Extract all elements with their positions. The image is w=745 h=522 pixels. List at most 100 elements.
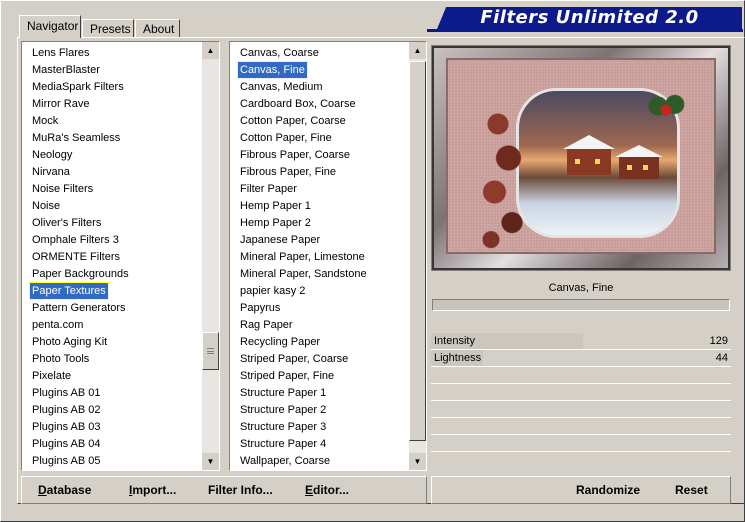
- banner-title: Filters Unlimited 2.0: [480, 7, 699, 28]
- preview-image[interactable]: [431, 45, 731, 271]
- filter-list-item[interactable]: Hemp Paper 2: [238, 215, 313, 231]
- category-list-item[interactable]: Lens Flares: [30, 45, 91, 61]
- rose-bouquet-decoration: [470, 90, 540, 260]
- window-light: [643, 165, 648, 170]
- filter-list-item[interactable]: Cardboard Box, Coarse: [238, 96, 358, 112]
- category-list-item[interactable]: MediaSpark Filters: [30, 79, 126, 95]
- filter-list-item[interactable]: Structure Paper 4: [238, 436, 328, 452]
- empty-slider-row: [431, 367, 731, 384]
- accelerator-letter: E: [305, 483, 314, 497]
- category-list-item[interactable]: Oliver's Filters: [30, 215, 103, 231]
- category-list-item[interactable]: Plugins AB 04: [30, 436, 103, 452]
- slider-intensity[interactable]: Intensity 129: [431, 333, 731, 350]
- filter-list-item[interactable]: Filter Paper: [238, 181, 299, 197]
- category-list-item[interactable]: Paper Backgrounds: [30, 266, 131, 282]
- filter-list-item[interactable]: Mineral Paper, Limestone: [238, 249, 367, 265]
- filter-list-item[interactable]: Canvas, Coarse: [238, 45, 321, 61]
- category-list-item[interactable]: Photo Tools: [30, 351, 91, 367]
- category-scroll-thumb[interactable]: [202, 332, 219, 370]
- filter-list-item[interactable]: Fibrous Paper, Coarse: [238, 147, 352, 163]
- category-list-item[interactable]: MuRa's Seamless: [30, 130, 122, 146]
- right-button-bar: Randomize Reset: [431, 476, 731, 504]
- window-light: [627, 165, 632, 170]
- category-list[interactable]: Lens Flares MasterBlaster MediaSpark Filte…: [21, 41, 220, 471]
- button-label: Filter Info...: [208, 483, 273, 497]
- category-list-item[interactable]: Noise: [30, 198, 62, 214]
- category-list-item[interactable]: Plugins AB 03: [30, 419, 103, 435]
- filter-list-item[interactable]: Mineral Paper, Sandstone: [238, 266, 369, 282]
- category-list-item[interactable]: MasterBlaster: [30, 62, 102, 78]
- filter-list-item[interactable]: Recycling Paper: [238, 334, 322, 350]
- scroll-down-arrow-icon[interactable]: ▼: [202, 453, 219, 470]
- filter-list-item[interactable]: Fibrous Paper, Fine: [238, 164, 338, 180]
- tab-presets[interactable]: Presets: [82, 19, 134, 38]
- left-button-bar: Database Import... Filter Info... Editor…: [21, 476, 427, 504]
- randomize-button[interactable]: Randomize: [576, 483, 640, 497]
- button-label: mport...: [132, 483, 177, 497]
- house-illustration: [563, 135, 615, 175]
- filter-list-item[interactable]: Cotton Paper, Coarse: [238, 113, 348, 129]
- category-list-item[interactable]: Paper Textures: [29, 282, 109, 300]
- category-list-item[interactable]: Plugins AB 01: [30, 385, 103, 401]
- empty-slider-row: [431, 384, 731, 401]
- slider-lightness[interactable]: Lightness 44: [431, 350, 731, 367]
- category-list-items: Lens Flares MasterBlaster MediaSpark Filte…: [22, 42, 202, 470]
- accelerator-letter: D: [38, 483, 47, 497]
- empty-slider-row: [431, 418, 731, 435]
- database-button[interactable]: Database: [38, 483, 91, 497]
- parameter-sliders: Intensity 129 Lightness 44: [431, 317, 731, 467]
- slider-label: Lightness: [434, 352, 482, 364]
- empty-slider-row: [431, 401, 731, 418]
- category-list-item[interactable]: penta.com: [30, 317, 85, 333]
- category-list-item[interactable]: ORMENTE Filters: [30, 249, 122, 265]
- category-list-item[interactable]: Plugins AB 05: [30, 453, 103, 469]
- tab-about[interactable]: About: [135, 19, 180, 38]
- button-label: ditor...: [313, 483, 350, 497]
- filter-list-item[interactable]: Wallpaper, Coarse: [238, 453, 332, 469]
- category-list-item[interactable]: Mirror Rave: [30, 96, 91, 112]
- reset-button[interactable]: Reset: [675, 483, 708, 497]
- category-list-item[interactable]: Photo Aging Kit: [30, 334, 109, 350]
- filter-list-item[interactable]: papier kasy 2: [238, 283, 307, 299]
- grip-icon: [207, 348, 214, 354]
- category-scrollbar[interactable]: ▲ ▼: [202, 42, 219, 470]
- preview-frame: [434, 48, 728, 268]
- filter-list-item[interactable]: Canvas, Fine: [237, 61, 308, 79]
- scroll-up-arrow-icon[interactable]: ▲: [409, 42, 426, 59]
- canvas-texture-area: [446, 58, 716, 260]
- filter-list-item[interactable]: Papyrus: [238, 300, 282, 316]
- filter-list-item[interactable]: Structure Paper 2: [238, 402, 328, 418]
- category-list-item[interactable]: Mock: [30, 113, 60, 129]
- filter-list-item[interactable]: Striped Paper, Coarse: [238, 351, 350, 367]
- filter-info-button[interactable]: Filter Info...: [208, 483, 273, 497]
- filter-list-item[interactable]: Cotton Paper, Fine: [238, 130, 334, 146]
- banner-underline: [427, 29, 743, 32]
- window-light: [595, 159, 600, 164]
- filter-list-item[interactable]: Canvas, Medium: [238, 79, 325, 95]
- filter-list-item[interactable]: Structure Paper 1: [238, 385, 328, 401]
- filter-list-item[interactable]: Japanese Paper: [238, 232, 322, 248]
- category-list-item[interactable]: Pattern Generators: [30, 300, 128, 316]
- filter-list[interactable]: Canvas, Coarse Canvas, Fine Canvas, Medium…: [229, 41, 427, 471]
- import-button[interactable]: Import...: [129, 483, 176, 497]
- scroll-down-arrow-icon[interactable]: ▼: [409, 453, 426, 470]
- category-list-item[interactable]: Plugins AB 02: [30, 402, 103, 418]
- filter-scroll-thumb[interactable]: [409, 61, 426, 441]
- filters-unlimited-window: Navigator Presets About Filters Unlimite…: [0, 0, 745, 522]
- filter-list-item[interactable]: Structure Paper 3: [238, 419, 328, 435]
- filter-scrollbar[interactable]: ▲ ▼: [409, 42, 426, 470]
- filter-list-item[interactable]: Hemp Paper 1: [238, 198, 313, 214]
- category-list-item[interactable]: Noise Filters: [30, 181, 95, 197]
- holly-decoration: [646, 90, 686, 130]
- empty-slider-row: [431, 435, 731, 452]
- tab-navigator[interactable]: Navigator: [19, 15, 81, 38]
- house-illustration: [615, 145, 663, 179]
- scroll-up-arrow-icon[interactable]: ▲: [202, 42, 219, 59]
- category-list-item[interactable]: Omphale Filters 3: [30, 232, 121, 248]
- category-list-item[interactable]: Neology: [30, 147, 74, 163]
- filter-list-item[interactable]: Rag Paper: [238, 317, 295, 333]
- category-list-item[interactable]: Pixelate: [30, 368, 73, 384]
- editor-button[interactable]: Editor...: [305, 483, 349, 497]
- filter-list-item[interactable]: Striped Paper, Fine: [238, 368, 336, 384]
- category-list-item[interactable]: Nirvana: [30, 164, 72, 180]
